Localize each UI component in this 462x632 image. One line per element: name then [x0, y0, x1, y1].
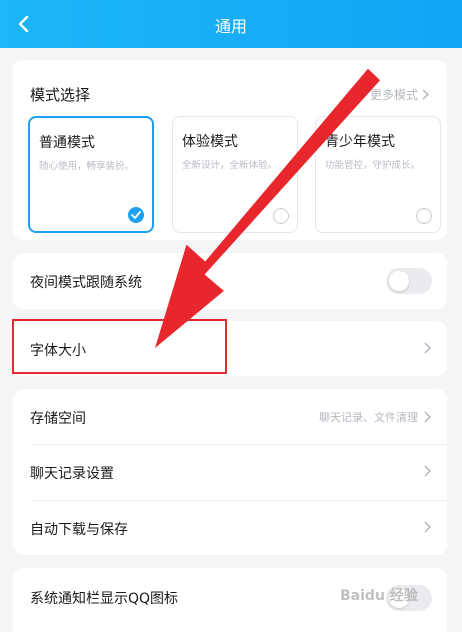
baidu-watermark: Baidu 经验 — [340, 588, 418, 604]
annotation-arrow-icon — [155, 68, 381, 349]
